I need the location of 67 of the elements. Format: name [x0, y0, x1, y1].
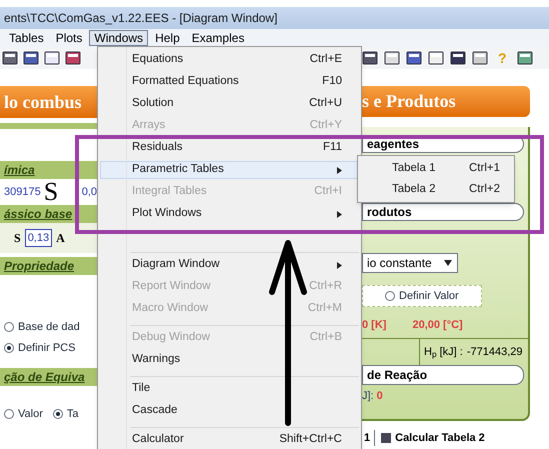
- enthalpy-value: -771443,29: [466, 345, 522, 360]
- radio-button[interactable]: [4, 342, 14, 353]
- shortcut-text: Ctrl+Y: [310, 118, 342, 134]
- menu-item[interactable]: Plot Windows: [100, 205, 359, 223]
- section-heading: ção de Equiva: [4, 369, 85, 386]
- radio-button[interactable]: [4, 409, 14, 420]
- shortcut-text: F10: [322, 74, 342, 90]
- section-header: rodutos: [362, 203, 524, 222]
- symbol-text: S: [44, 179, 58, 205]
- menu-item[interactable]: Residuals F11: [100, 139, 359, 157]
- symbol-label: S: [14, 230, 21, 247]
- menu-item[interactable]: Examples: [186, 30, 250, 46]
- menu-item[interactable]: Warnings: [100, 351, 359, 369]
- section-heading: ímica: [4, 162, 35, 179]
- submenu-arrow-icon: [337, 262, 342, 268]
- menu-item[interactable]: Diagram Window: [100, 256, 359, 274]
- radio-label: Definir Valor: [399, 289, 459, 304]
- temperature-text: 20,00 [°C]: [412, 318, 463, 334]
- shortcut-text: Ctrl+2: [469, 182, 500, 197]
- value-text: 0,0: [82, 184, 97, 200]
- banner-title: s e Produtos: [362, 90, 456, 114]
- menu-item[interactable]: Tile: [100, 380, 359, 398]
- shortcut-text: Ctrl+U: [309, 96, 342, 112]
- section-heading: ássico base: [4, 206, 72, 223]
- menu-item[interactable]: Cascade: [100, 402, 359, 420]
- radio-label: Valor: [18, 407, 43, 422]
- submenu-arrow-icon: [337, 166, 342, 174]
- shortcut-text: Ctrl+R: [309, 279, 342, 294]
- section-header: de Reação: [362, 365, 524, 386]
- shortcut-text: Ctrl+B: [310, 330, 342, 346]
- radio-button[interactable]: [385, 291, 395, 302]
- submenu-item[interactable]: Tabela 2 Ctrl+2: [358, 179, 514, 200]
- temperature-text: 0 [K]: [362, 318, 386, 334]
- calculate-button[interactable]: Calcular Tabela 2: [381, 430, 485, 446]
- symbol-label: A: [56, 230, 65, 247]
- radio-button[interactable]: [4, 322, 14, 332]
- menu-item[interactable]: Windows: [89, 30, 148, 46]
- menu-item[interactable]: Plots: [50, 30, 88, 46]
- menu-item[interactable]: Parametric Tables: [100, 161, 359, 179]
- menu-item[interactable]: Solution Ctrl+U: [100, 95, 359, 113]
- submenu-item[interactable]: Tabela 1 Ctrl+1: [358, 158, 514, 179]
- window-title: ents\TCC\ComGas_v1.22.EES - [Diagram Window]: [4, 10, 278, 27]
- value-field: 0,13: [24, 228, 52, 248]
- heat-value: 0: [376, 389, 383, 404]
- enthalpy-label: H$_{p}$ [kJ] :: [423, 345, 463, 361]
- radio-label: Ta: [66, 407, 78, 422]
- radio-button[interactable]: [52, 409, 63, 420]
- dropdown-caret-icon: [443, 260, 453, 266]
- shortcut-text: F11: [323, 140, 342, 156]
- shortcut-text: Ctrl+M: [308, 301, 342, 316]
- shortcut-text: Ctrl+1: [469, 160, 500, 176]
- shortcut-text: Ctrl+E: [310, 52, 342, 68]
- radio-label: Definir PCS: [18, 340, 76, 356]
- section-heading: Propriedade: [4, 258, 74, 275]
- banner-title: lo combus: [4, 90, 82, 114]
- menu-item[interactable]: Tables: [4, 30, 49, 46]
- value-text: 309175: [4, 184, 41, 200]
- menu-item[interactable]: Help: [150, 30, 185, 46]
- heat-label: J]:: [362, 389, 374, 404]
- menu-item[interactable]: Formatted Equations F10: [100, 73, 359, 91]
- radio-label: Base de dad: [18, 320, 80, 335]
- shortcut-text: Ctrl+I: [314, 184, 342, 200]
- shortcut-text: Shift+Ctrl+C: [279, 432, 342, 448]
- menu-item[interactable]: Equations Ctrl+E: [100, 51, 359, 69]
- dropdown[interactable]: io constante: [362, 253, 458, 274]
- menu-item[interactable]: Calculator Shift+Ctrl+C: [100, 431, 359, 449]
- submenu-arrow-icon: [337, 210, 342, 218]
